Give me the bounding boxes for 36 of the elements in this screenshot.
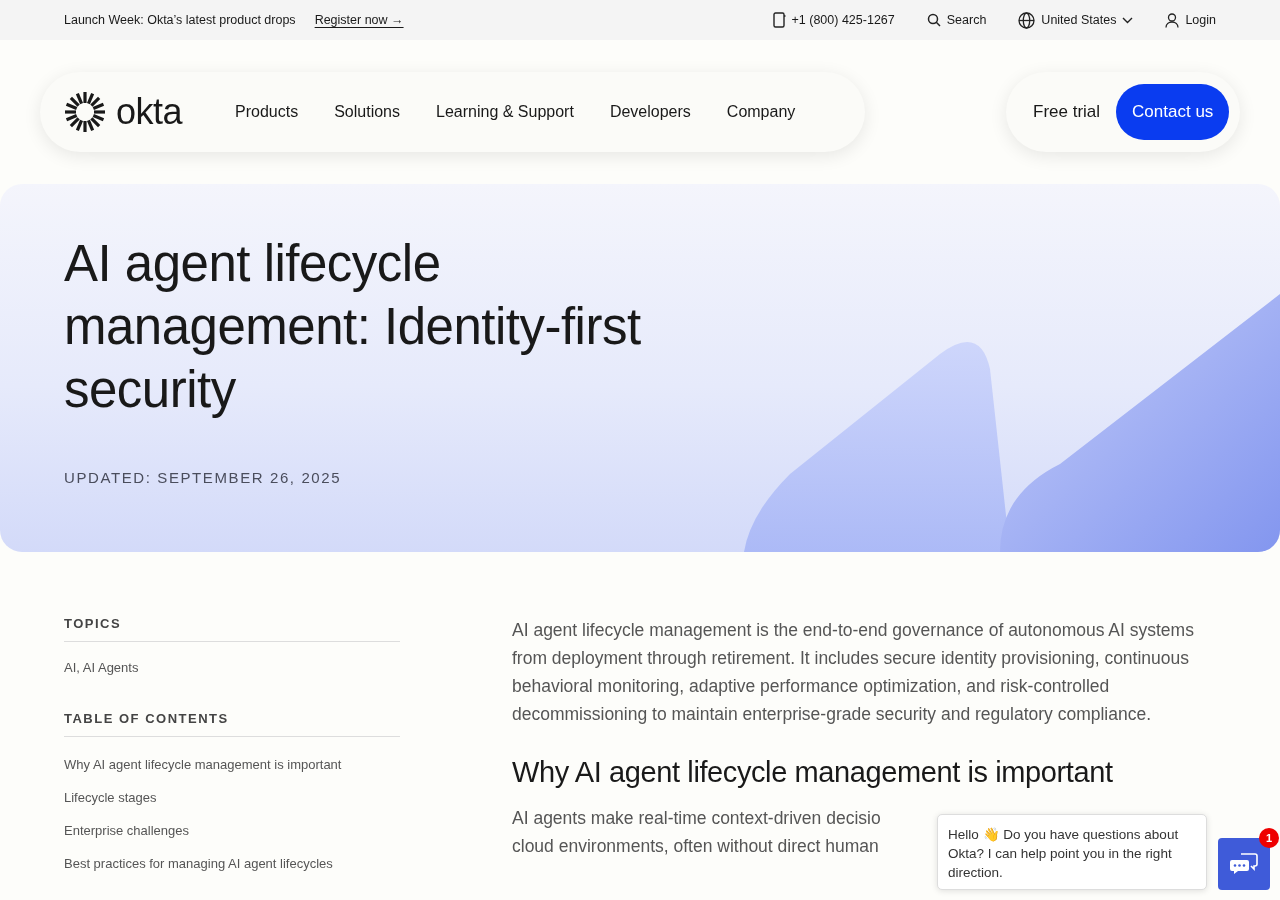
nav-menu-item[interactable]: Company [726,103,796,121]
toc-link[interactable]: Lifecycle stages [64,790,400,805]
intro-paragraph: AI agent lifecycle management is the end-to-end governance of autonomous AI systems from deployment through retirement. It includes secure identity provisioning, continuous behavioral monitoring, adaptive performance optimization, and risk-controlled decommissioning to maintain enterprise-grade security and regulatory compliance. [512,619,1195,726]
topics-heading: TOPICS [64,616,400,642]
toc-link[interactable]: Why AI agent lifecycle management is important [64,757,400,772]
toc-link[interactable]: Enterprise challenges [64,823,400,838]
login-link[interactable]: Login [1165,12,1216,28]
paragraph-line: cloud environments, often without direct human [512,835,880,858]
nav-menu-item[interactable]: Learning & Support [436,103,574,121]
register-link[interactable]: Register now → [314,13,404,27]
chat-bubbles-icon [1230,852,1258,876]
globe-icon [1018,11,1036,29]
announcement-text: Launch Week: Okta’s latest product drops [64,13,296,27]
phone-icon [771,12,786,28]
chat-message: Hello 👋 Do you have questions about Okta? I can help point you in the right direction. [948,827,1179,880]
okta-logo[interactable]: okta [64,91,183,133]
topics-link[interactable]: AI, AI Agents [64,660,400,675]
chevron-down-icon [1122,16,1134,24]
notification-badge: 1 [1259,828,1279,848]
nav-menu-item[interactable]: Solutions [334,103,400,121]
contact-us-button[interactable]: Contact us [1116,84,1230,140]
sunburst-icon [64,91,106,133]
search-icon [926,13,941,27]
region-selector[interactable]: United States [1018,11,1134,29]
search-link[interactable]: Search [926,13,987,27]
section-heading: Why AI agent lifecycle management is important [512,756,1114,788]
user-icon [1165,12,1180,28]
table-of-contents-heading: TABLE OF CONTENTS [64,711,400,737]
free-trial-link[interactable]: Free trial [1033,102,1101,122]
updated-date: UPDATED: SEPTEMBER 26, 2025 [64,469,343,486]
phone-link[interactable]: +1 (800) 425-1267 [771,12,895,28]
toc-link[interactable]: Best practices for managing AI agent lifecycles [64,856,400,871]
nav-menu-item[interactable]: Products [235,103,299,121]
page-title: AI agent lifecycle management: Identity-first security [64,234,642,420]
nav-menu-item[interactable]: Developers [609,103,691,121]
paragraph-line: AI agents make real-time context-driven decisio [512,807,882,830]
